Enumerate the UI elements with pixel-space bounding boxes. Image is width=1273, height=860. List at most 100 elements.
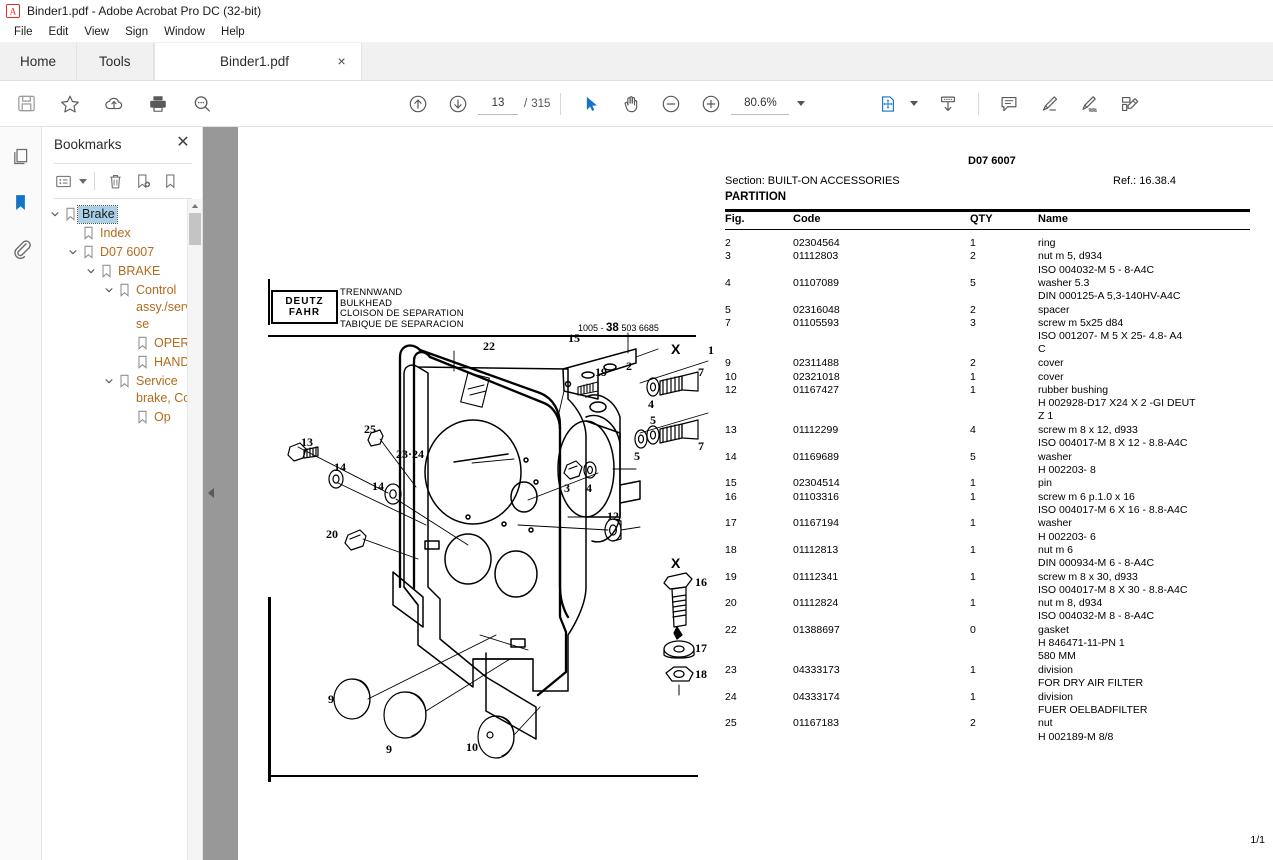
tab-tools[interactable]: Tools	[77, 43, 154, 80]
bookmark-icon	[134, 409, 150, 424]
callout-5: 5	[634, 449, 640, 463]
zoom-in-icon[interactable]	[691, 85, 731, 123]
fill-sign-icon[interactable]	[1109, 85, 1149, 123]
attachments-icon[interactable]	[6, 233, 36, 263]
edit-bookmark-icon[interactable]	[158, 168, 184, 194]
hand-tool-icon[interactable]	[611, 85, 651, 123]
divider	[94, 172, 95, 190]
bookmark-icon	[98, 263, 114, 278]
cloud-upload-icon[interactable]	[94, 85, 134, 123]
menu-sign[interactable]: Sign	[117, 24, 156, 40]
cell-qty: 2	[970, 357, 976, 370]
bookmarks-tree[interactable]: Brake Index D07 6007 BRAKE Control assy./ser…	[42, 199, 202, 860]
cell-name: ring	[1038, 237, 1056, 249]
zoom-level-input[interactable]	[731, 92, 790, 115]
chevron-down-icon[interactable]	[797, 101, 806, 106]
search-icon[interactable]	[182, 85, 222, 123]
bookmark-item[interactable]: Brake	[42, 205, 202, 224]
collapse-panel-icon[interactable]	[205, 482, 217, 504]
cell-fig: 10	[725, 370, 737, 383]
bookmark-item[interactable]: HANDB	[42, 353, 202, 372]
cell-fig: 13	[725, 424, 737, 437]
sign-icon[interactable]	[1069, 85, 1109, 123]
menu-window[interactable]: Window	[156, 24, 213, 40]
next-page-icon[interactable]	[438, 85, 478, 123]
page-thumbnails-icon[interactable]	[6, 141, 36, 171]
page-number-input[interactable]	[478, 92, 518, 115]
bookmark-spacer	[120, 354, 134, 357]
cell-qty: 1	[970, 383, 976, 396]
cell-name: nut	[1038, 717, 1053, 730]
cell-name: spacer	[1038, 303, 1070, 316]
cell-fig: 23	[725, 664, 737, 677]
print-icon[interactable]	[138, 85, 178, 123]
main-body: Bookmarks ✕ Brake Index D07 6007 BRAKE C…	[0, 127, 1273, 860]
zoom-out-icon[interactable]	[651, 85, 691, 123]
bookmark-spacer	[120, 335, 134, 338]
chevron-down-icon[interactable]	[48, 206, 62, 219]
cell-code: 01112299	[793, 424, 839, 437]
select-tool-icon[interactable]	[571, 85, 611, 123]
bookmark-item[interactable]: D07 6007	[42, 243, 202, 262]
cell-fig: 5	[725, 303, 731, 316]
cell-name-sub: ISO 004032-M 8 - 8-A4C	[1038, 610, 1155, 623]
tab-home[interactable]: Home	[0, 43, 78, 80]
tab-document[interactable]: Binder1.pdf ×	[153, 43, 362, 80]
tab-tools-label: Tools	[99, 54, 131, 69]
cell-qty: 3	[970, 316, 976, 329]
bookmarks-scrollbar[interactable]	[187, 199, 202, 860]
scroll-up-icon[interactable]	[188, 199, 202, 213]
bookmark-item[interactable]: Index	[42, 224, 202, 243]
menu-help[interactable]: Help	[213, 24, 253, 40]
bookmark-item[interactable]: BRAKE	[42, 262, 202, 281]
menu-file[interactable]: File	[6, 24, 41, 40]
options-list-icon[interactable]	[50, 168, 76, 194]
bookmarks-icon[interactable]	[6, 187, 36, 217]
scroll-mode-icon[interactable]	[928, 85, 968, 123]
previous-page-icon[interactable]	[398, 85, 438, 123]
bookmark-label: BRAKE	[118, 264, 161, 278]
chevron-down-icon[interactable]	[84, 263, 98, 276]
table-row: 23 04333173 1 division FOR DRY AIR FILTER	[725, 664, 1265, 691]
chevron-down-icon[interactable]	[66, 244, 80, 257]
bookmark-item[interactable]: OPERA	[42, 334, 202, 353]
fit-page-icon[interactable]	[868, 85, 908, 123]
close-icon[interactable]: ✕	[174, 135, 192, 153]
comment-icon[interactable]	[989, 85, 1029, 123]
menu-edit[interactable]: Edit	[41, 24, 77, 40]
table-row: 13 01112299 4 screw m 8 x 12, d933 ISO 00401…	[725, 424, 1265, 451]
chevron-down-icon[interactable]	[102, 282, 116, 295]
cell-code: 01167183	[793, 717, 839, 730]
cell-qty: 1	[970, 690, 976, 703]
cell-name-sub: H 002203- 6	[1038, 530, 1096, 543]
chevron-down-icon-options[interactable]	[79, 178, 87, 184]
chevron-down-icon[interactable]	[102, 373, 116, 386]
cell-qty: 1	[970, 517, 976, 530]
bookmark-icon	[62, 206, 78, 221]
table-header-rule	[725, 229, 1250, 230]
bookmark-item[interactable]: Control assy./servise	[42, 281, 202, 334]
new-bookmark-icon[interactable]	[130, 168, 156, 194]
highlight-icon[interactable]	[1029, 85, 1069, 123]
delete-icon[interactable]	[102, 168, 128, 194]
cell-fig: 16	[725, 490, 737, 503]
cell-qty: 1	[970, 237, 976, 249]
callout-18: 18	[695, 667, 707, 681]
bookmark-item[interactable]: Op	[42, 408, 202, 427]
close-icon[interactable]: ×	[335, 54, 349, 69]
cell-fig: 15	[725, 477, 737, 490]
bookmark-item[interactable]: Service brake, Con	[42, 372, 202, 408]
callout-9b: 9	[386, 742, 392, 756]
cell-fig: 9	[725, 357, 731, 370]
scrollbar-thumb[interactable]	[189, 213, 201, 245]
menu-view[interactable]: View	[76, 24, 117, 40]
star-icon[interactable]	[50, 85, 90, 123]
bookmarks-panel-header: Bookmarks ✕	[42, 127, 202, 161]
cell-name-sub: DIN 000934-M 6 - 8-A4C	[1038, 557, 1155, 570]
save-icon[interactable]	[6, 85, 46, 123]
table-row: 25 01167183 2 nut H 002189-M 8/8	[725, 717, 1265, 744]
bookmark-spacer	[120, 409, 134, 412]
table-row: 22 01388697 0 gasket H 846471-11-PN 1 580 MM	[725, 624, 1265, 664]
chevron-down-icon-fit[interactable]	[910, 101, 918, 106]
cell-code: 02316048	[793, 303, 840, 316]
